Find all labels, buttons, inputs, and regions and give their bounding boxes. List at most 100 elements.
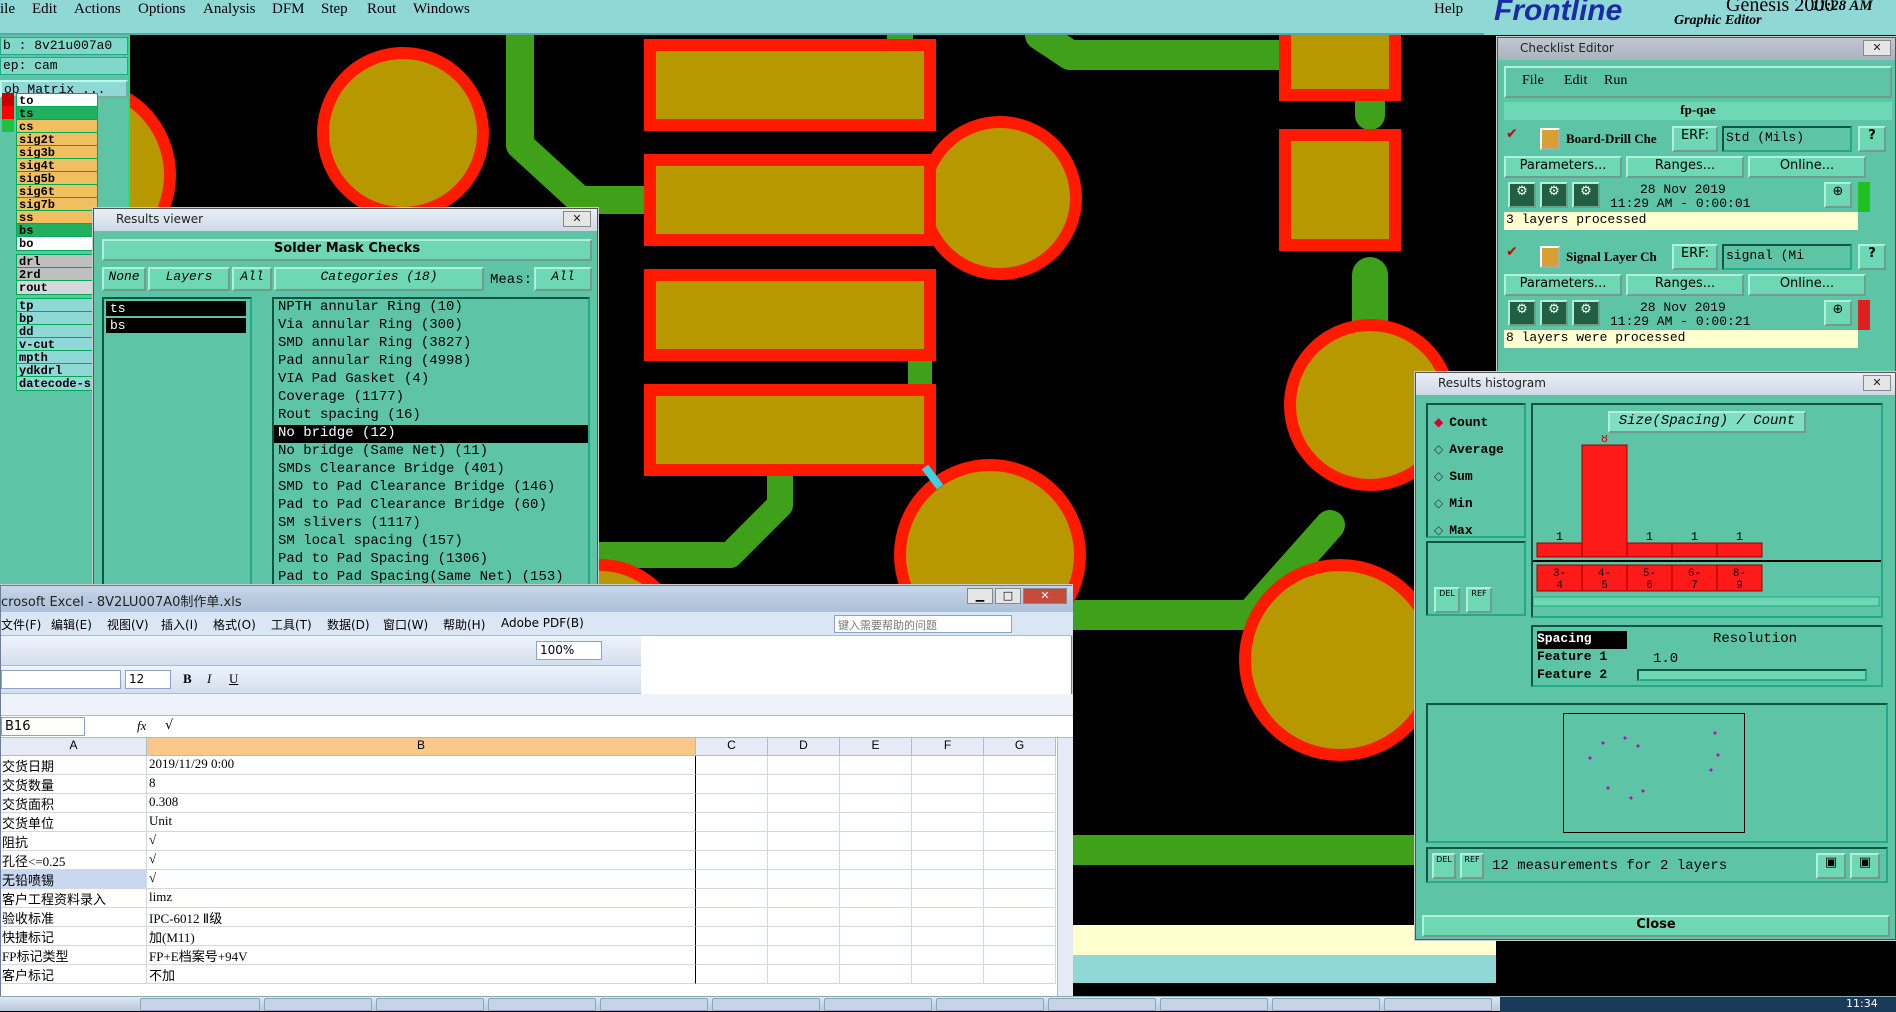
cell-label[interactable]: 阻抗 xyxy=(1,832,147,851)
empty-cell[interactable] xyxy=(984,813,1056,832)
layer-row[interactable]: datecode-s xyxy=(16,376,98,391)
status-ref-button[interactable]: REF xyxy=(1460,853,1484,879)
empty-cell[interactable] xyxy=(984,908,1056,927)
ref-button[interactable]: REF xyxy=(1466,587,1492,613)
empty-cell[interactable] xyxy=(912,889,984,908)
empty-cell[interactable] xyxy=(768,965,840,984)
menu-edit[interactable]: Edit xyxy=(32,1,57,18)
empty-cell[interactable] xyxy=(912,794,984,813)
cell-label[interactable]: 验收标准 xyxy=(1,908,147,927)
empty-cell[interactable] xyxy=(912,813,984,832)
category-item[interactable]: Pad to Pad Clearance Bridge (60) xyxy=(274,497,588,515)
empty-cell[interactable] xyxy=(840,851,912,870)
layer-color-box[interactable] xyxy=(2,210,14,223)
empty-cell[interactable] xyxy=(912,965,984,984)
empty-cell[interactable] xyxy=(840,965,912,984)
italic-button[interactable]: I xyxy=(207,671,211,687)
cell-value[interactable]: FP+E档案号+94V xyxy=(147,946,696,965)
layer-color-box[interactable] xyxy=(2,106,14,119)
category-item[interactable]: No bridge (12) xyxy=(274,425,588,443)
empty-cell[interactable] xyxy=(768,851,840,870)
histogram-bar[interactable] xyxy=(1716,542,1763,558)
empty-cell[interactable] xyxy=(912,927,984,946)
radio-icon[interactable]: ◇ xyxy=(1434,469,1443,483)
empty-cell[interactable] xyxy=(984,965,1056,984)
empty-cell[interactable] xyxy=(840,775,912,794)
layer-color-box[interactable] xyxy=(2,337,14,350)
taskbar-button[interactable] xyxy=(140,998,260,1011)
empty-cell[interactable] xyxy=(768,927,840,946)
help-icon[interactable]: ? xyxy=(1858,126,1886,152)
layer-color-box[interactable] xyxy=(2,93,14,106)
radio-icon[interactable]: ◆ xyxy=(1434,415,1443,429)
histogram-close-button[interactable]: Close xyxy=(1422,915,1890,937)
help-search-input[interactable]: 键入需要帮助的问题 xyxy=(834,615,1012,633)
spreadsheet-grid[interactable]: A B C D E F G 交货日期 2019/11/29 0:00 交货数量 8 交货面积 0.308… xyxy=(1,738,1057,997)
category-item[interactable]: VIA Pad Gasket (4) xyxy=(274,371,588,389)
menu-file[interactable]: ile xyxy=(0,1,15,18)
taskbar-button[interactable] xyxy=(376,998,484,1011)
cell-label[interactable]: 无铅喷锡 xyxy=(1,870,147,889)
cell-value[interactable]: 加(M11) xyxy=(147,927,696,946)
histogram-option[interactable]: ◇ Min xyxy=(1434,492,1524,512)
layer-color-box[interactable] xyxy=(2,363,14,376)
category-item[interactable]: NPTH annular Ring (10) xyxy=(274,299,588,317)
empty-cell[interactable] xyxy=(696,927,768,946)
zoom-home-icon[interactable]: ▣ xyxy=(1850,853,1880,879)
online-button[interactable]: Online... xyxy=(1748,274,1866,296)
option-label[interactable]: Count xyxy=(1449,415,1488,430)
layer-color-box[interactable] xyxy=(2,324,14,337)
menu-help[interactable]: Help xyxy=(1434,1,1463,18)
cell-label[interactable]: 交货日期 xyxy=(1,756,147,775)
run-icon[interactable]: ⚙ xyxy=(1572,300,1600,326)
taskbar-button[interactable] xyxy=(1272,998,1380,1011)
empty-cell[interactable] xyxy=(912,870,984,889)
empty-cell[interactable] xyxy=(768,756,840,775)
taskbar-button[interactable] xyxy=(264,998,372,1011)
cell-value[interactable]: limz xyxy=(147,889,696,908)
empty-cell[interactable] xyxy=(696,889,768,908)
menu-dfm[interactable]: DFM xyxy=(272,1,305,18)
layer-color-box[interactable] xyxy=(2,376,14,389)
cell-value[interactable]: √ xyxy=(147,851,696,870)
taskbar-button[interactable] xyxy=(1048,998,1156,1011)
category-item[interactable]: Pad annular Ring (4998) xyxy=(274,353,588,371)
category-item[interactable]: SMDs Clearance Bridge (401) xyxy=(274,461,588,479)
empty-cell[interactable] xyxy=(912,775,984,794)
taskbar-button[interactable] xyxy=(600,998,708,1011)
name-box[interactable]: B16 xyxy=(1,717,85,736)
run-icon[interactable]: ⚙ xyxy=(1508,300,1536,326)
meas-select[interactable]: All xyxy=(534,267,592,291)
cell-label[interactable]: 客户工程资料录入 xyxy=(1,889,147,908)
zoom-icon[interactable]: ⊕ xyxy=(1824,182,1852,208)
excel-menu-item[interactable]: 格式(O) xyxy=(213,616,256,633)
empty-cell[interactable] xyxy=(768,870,840,889)
empty-cell[interactable] xyxy=(912,946,984,965)
ranges-button[interactable]: Ranges... xyxy=(1626,156,1744,178)
layer-color-box[interactable] xyxy=(2,298,14,311)
layer-color-box[interactable] xyxy=(2,184,14,197)
empty-cell[interactable] xyxy=(840,870,912,889)
cell-value[interactable]: 不加 xyxy=(147,965,696,984)
formula-content[interactable]: √ xyxy=(165,718,173,733)
cell-label[interactable]: 快捷标记 xyxy=(1,927,147,946)
run-icon[interactable]: ⚙ xyxy=(1540,300,1568,326)
histogram-bar[interactable] xyxy=(1626,542,1673,558)
erf-mode-field[interactable]: Std (Mils) xyxy=(1722,126,1852,152)
empty-cell[interactable] xyxy=(768,794,840,813)
empty-cell[interactable] xyxy=(696,756,768,775)
maximize-icon[interactable]: □ xyxy=(995,588,1021,604)
attribute-item[interactable]: Feature 2 xyxy=(1537,667,1627,685)
layer-row[interactable]: bo xyxy=(16,236,98,251)
empty-cell[interactable] xyxy=(912,756,984,775)
category-item[interactable]: Pad to Pad Spacing (1306) xyxy=(274,551,588,569)
histogram-bar[interactable] xyxy=(1581,444,1628,558)
empty-cell[interactable] xyxy=(840,908,912,927)
menu-windows[interactable]: Windows xyxy=(413,1,470,18)
option-label[interactable]: Sum xyxy=(1449,469,1472,484)
layer-color-box[interactable] xyxy=(2,171,14,184)
font-size-select[interactable]: 12 xyxy=(125,670,171,689)
layer-color-box[interactable] xyxy=(2,132,14,145)
results-category-list[interactable]: NPTH annular Ring (10) Via annular Ring (… xyxy=(272,297,590,587)
close-icon[interactable]: ✕ xyxy=(1863,375,1891,391)
